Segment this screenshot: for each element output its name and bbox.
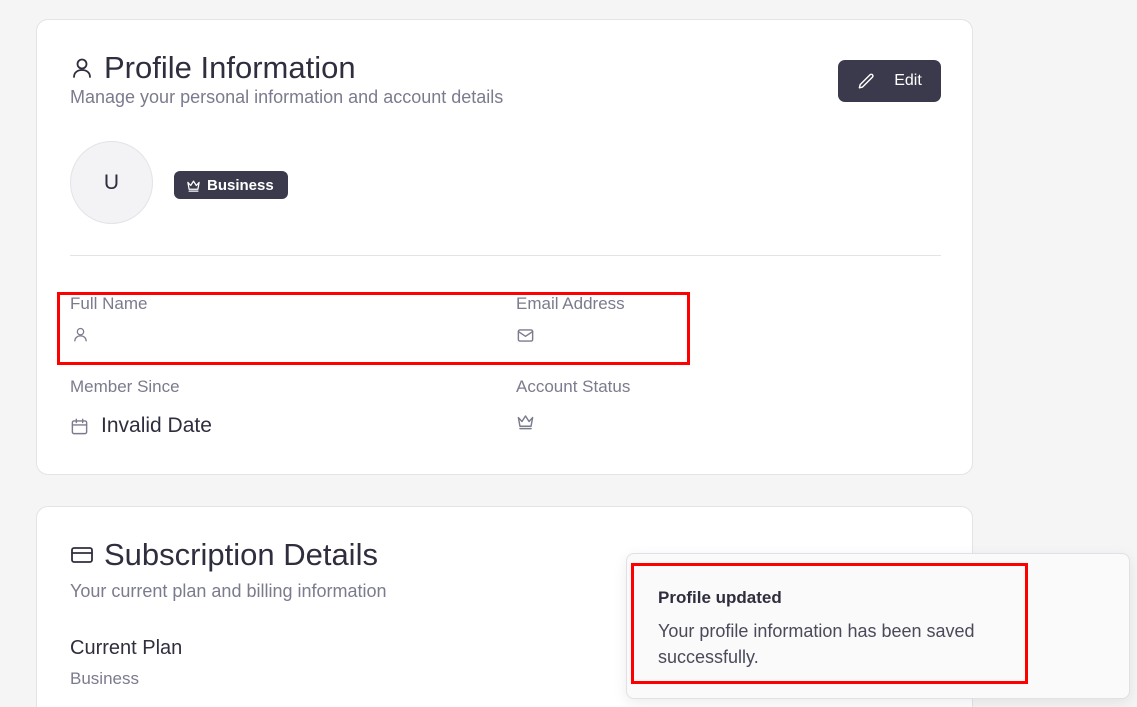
toast-notification[interactable]: Profile updated Your profile information… — [626, 553, 1130, 699]
member-since-text: Invalid Date — [101, 414, 212, 437]
profile-title-row: Profile Information — [70, 50, 356, 86]
current-plan-value: Business — [70, 669, 139, 688]
toast-message: Your profile information has been saved … — [658, 621, 975, 667]
subscription-title-row: Subscription Details — [70, 537, 378, 573]
member-since-value: Invalid Date — [70, 414, 212, 438]
full-name-label: Full Name — [70, 294, 148, 313]
account-status-label: Account Status — [516, 377, 631, 396]
member-since-label: Member Since — [70, 377, 180, 396]
subscription-subtitle: Your current plan and billing informatio… — [70, 581, 387, 601]
current-plan-label: Current Plan — [70, 637, 183, 659]
email-label: Email Address — [516, 294, 625, 313]
divider — [70, 255, 941, 256]
account-status-value — [516, 412, 547, 431]
edit-button-label: Edit — [894, 72, 922, 89]
calendar-icon — [71, 418, 88, 434]
page-title: Profile Information — [104, 50, 356, 85]
plan-badge: Business — [174, 171, 288, 199]
crown-icon — [187, 180, 200, 192]
crown-icon — [517, 415, 534, 430]
pencil-icon — [858, 73, 874, 89]
profile-card: Profile Information Manage your personal… — [36, 19, 973, 475]
edit-button[interactable]: Edit — [838, 60, 941, 102]
subscription-title: Subscription Details — [104, 537, 378, 572]
toast-title: Profile updated — [658, 588, 782, 607]
full-name-value — [72, 326, 101, 343]
profile-subtitle: Manage your personal information and acc… — [70, 87, 504, 107]
avatar-initial: U — [103, 170, 120, 194]
credit-card-icon — [71, 547, 93, 563]
user-icon — [74, 327, 87, 342]
email-value — [516, 326, 547, 345]
avatar: U — [70, 141, 153, 224]
mail-icon — [517, 329, 534, 342]
user-icon — [73, 58, 91, 78]
plan-badge-label: Business — [207, 176, 274, 194]
